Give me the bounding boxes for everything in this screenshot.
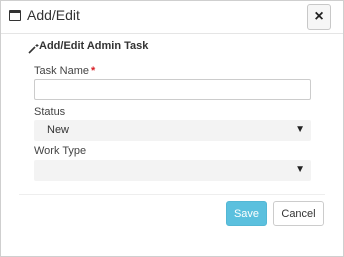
- status-select[interactable]: New ▼: [34, 120, 311, 141]
- add-edit-dialog: Add/Edit × Add/Edit Admin Task Task Name…: [0, 0, 344, 257]
- close-button[interactable]: ×: [307, 4, 331, 30]
- window-icon: [9, 10, 21, 21]
- work-type-select[interactable]: ▼: [34, 160, 311, 181]
- status-label: Status: [34, 106, 66, 118]
- dialog-title: Add/Edit: [27, 7, 80, 23]
- caret-down-icon: ▼: [295, 164, 305, 175]
- save-button[interactable]: Save: [226, 201, 267, 226]
- footer-divider: [19, 194, 325, 195]
- task-name-label: Task Name *: [34, 65, 96, 77]
- caret-down-icon: ▼: [295, 124, 305, 135]
- dialog-header: Add/Edit ×: [1, 1, 343, 34]
- cancel-button[interactable]: Cancel: [273, 201, 324, 226]
- work-type-label: Work Type: [34, 145, 87, 157]
- section-title: Add/Edit Admin Task: [39, 40, 149, 52]
- required-marker: *: [91, 65, 96, 77]
- status-select-value: New: [47, 124, 70, 136]
- task-name-input[interactable]: [34, 79, 311, 100]
